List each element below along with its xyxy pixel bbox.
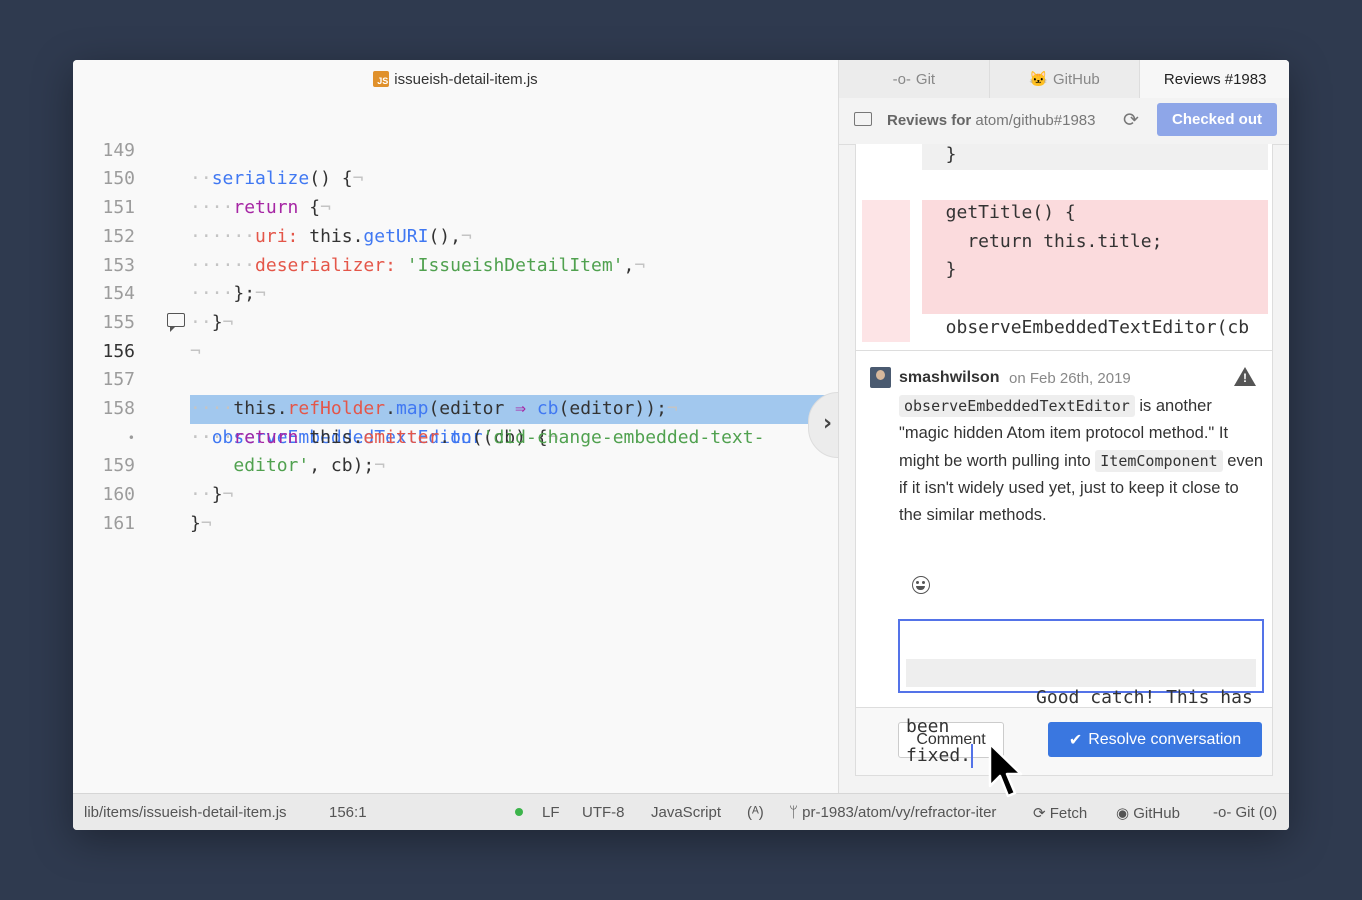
status-github[interactable]: ◉ GitHub bbox=[1116, 804, 1180, 822]
code-line: 150 ····return {¬ bbox=[73, 137, 838, 218]
code-line: 152 ······deserializer: 'IssueishDetailI… bbox=[73, 194, 838, 276]
reply-input[interactable]: Good catch! This has been fixed. bbox=[898, 619, 1264, 768]
check-icon: ✔ bbox=[1068, 731, 1083, 749]
status-line-ending[interactable]: LF bbox=[542, 804, 560, 821]
comment-date[interactable]: on Feb 26th, 2019 bbox=[1009, 370, 1131, 387]
git-commit-icon: -o- bbox=[892, 70, 911, 88]
github-icon: ◉ bbox=[1116, 805, 1134, 822]
reviews-header: Reviews for atom/github#1983 ⟳ Checked o… bbox=[839, 98, 1289, 145]
code-line: 160 }¬ bbox=[73, 452, 838, 534]
tab-reviews[interactable]: Reviews #1983 bbox=[1140, 60, 1289, 98]
broadcast-icon[interactable]: (ᴬ) bbox=[747, 804, 764, 821]
reviews-panel: -o- Git 🐱 GitHub Reviews #1983 Reviews for… bbox=[838, 60, 1289, 793]
tab-label: Git bbox=[915, 70, 936, 88]
diff-line: } bbox=[924, 144, 957, 165]
reply-text-line: fixed. bbox=[906, 744, 972, 766]
mouse-pointer-icon bbox=[988, 742, 1023, 798]
status-branch[interactable]: ᛘ pr-1983/atom/vy/refractor-iter bbox=[789, 804, 1024, 821]
status-file-path[interactable]: lib/items/issueish-detail-item.js bbox=[84, 804, 287, 821]
code-line: 155 ¬ bbox=[73, 280, 838, 362]
chevron-right-icon: › bbox=[823, 411, 833, 436]
diff-line: } bbox=[924, 259, 957, 280]
comment-gutter-icon[interactable] bbox=[167, 312, 185, 332]
editor-pane: JS issueish-detail-item.js 149 ··seriali… bbox=[73, 60, 868, 793]
review-thread: } getTitle() { return this.title; } obse… bbox=[855, 144, 1273, 776]
alert-icon[interactable]: ! bbox=[1234, 367, 1256, 386]
comment-body: observeEmbeddedTextEditor is another "ma… bbox=[899, 393, 1265, 529]
reviews-repo: atom/github#1983 bbox=[975, 112, 1096, 129]
review-comment: smashwilson on Feb 26th, 2019 ! observeE… bbox=[856, 350, 1272, 775]
text-caret bbox=[971, 743, 974, 768]
code-line: 157 ····this.refHolder.map(editor ⇒ cb(e… bbox=[73, 338, 838, 419]
diff-line: return this.title; bbox=[924, 231, 1163, 252]
code-line: 158 ····return this.emitter.on('did-chan… bbox=[73, 366, 838, 448]
tab-git[interactable]: -o- Git bbox=[839, 60, 990, 98]
line-number: 161 bbox=[102, 512, 135, 534]
git-commit-icon: -o- bbox=[1213, 804, 1236, 821]
avatar[interactable] bbox=[870, 367, 891, 388]
code-line: 161 bbox=[73, 481, 838, 534]
status-fetch[interactable]: ⟳ Fetch bbox=[1033, 804, 1087, 822]
status-cursor-position[interactable]: 156:1 bbox=[329, 804, 367, 821]
tab-label: Reviews #1983 bbox=[1163, 70, 1267, 88]
tab-github[interactable]: 🐱 GitHub bbox=[989, 60, 1141, 98]
diff-snippet: } getTitle() { return this.title; } obse… bbox=[856, 144, 1272, 350]
code-line-highlighted: 156 ··observeEmbeddedTextEditor(cb) {¬ bbox=[73, 309, 838, 448]
inline-code: observeEmbeddedTextEditor bbox=[899, 395, 1135, 417]
panel-tabs: -o- Git 🐱 GitHub Reviews #1983 bbox=[839, 60, 1289, 99]
code-area[interactable]: 149 ··serialize() {¬ 150 ····return {¬ 1… bbox=[73, 98, 838, 788]
editor-tab-title: issueish-detail-item.js bbox=[394, 70, 538, 88]
branch-label: pr-1983/atom/vy/refractor-iter bbox=[802, 804, 997, 821]
inline-code: ItemComponent bbox=[1095, 449, 1223, 472]
resolve-conversation-button[interactable]: ✔ Resolve conversation bbox=[1048, 722, 1262, 757]
status-grammar[interactable]: JavaScript bbox=[651, 804, 721, 821]
sync-icon: ⟳ bbox=[1033, 805, 1050, 822]
comment-discussion-icon bbox=[854, 112, 872, 126]
status-bar: lib/items/issueish-detail-item.js 156:1 … bbox=[73, 793, 1289, 830]
code-line: 159 ··}¬ bbox=[73, 424, 838, 505]
emoji-reaction-icon[interactable] bbox=[912, 576, 930, 594]
git-label: Git (0) bbox=[1235, 804, 1278, 821]
code-line: 151 ······uri: this.getURI(),¬ bbox=[73, 165, 838, 247]
code-line: 149 ··serialize() {¬ bbox=[73, 108, 838, 190]
diff-line: getTitle() { bbox=[924, 202, 1076, 223]
github-label: GitHub bbox=[1133, 805, 1180, 822]
js-file-icon: JS bbox=[373, 71, 390, 87]
status-dot-icon bbox=[515, 808, 523, 816]
status-encoding[interactable]: UTF-8 bbox=[582, 804, 625, 821]
refresh-icon[interactable]: ⟳ bbox=[1123, 109, 1139, 132]
diff-line: observeEmbeddedTextEditor(cb bbox=[924, 317, 1250, 338]
code-line: 153 ····};¬ bbox=[73, 223, 838, 305]
code-line: • editor', cb);¬ bbox=[73, 395, 838, 477]
comment-author[interactable]: smashwilson bbox=[899, 369, 999, 387]
atom-window: JS issueish-detail-item.js 149 ··seriali… bbox=[73, 60, 1289, 830]
octocat-icon: 🐱 bbox=[1029, 71, 1048, 88]
resolve-label: Resolve conversation bbox=[1088, 730, 1242, 748]
tab-label: GitHub bbox=[1053, 70, 1100, 88]
editor-tab[interactable]: JS issueish-detail-item.js bbox=[73, 60, 838, 98]
checked-out-button[interactable]: Checked out bbox=[1157, 103, 1277, 136]
status-git[interactable]: -o- Git (0) bbox=[1213, 804, 1277, 821]
reviews-title: Reviews for atom/github#1983 bbox=[887, 112, 1095, 129]
branch-icon: ᛘ bbox=[789, 804, 803, 821]
fetch-label: Fetch bbox=[1049, 805, 1088, 822]
reviews-prefix: Reviews for bbox=[887, 112, 972, 129]
code-line: 154 ··}¬ bbox=[73, 252, 838, 333]
